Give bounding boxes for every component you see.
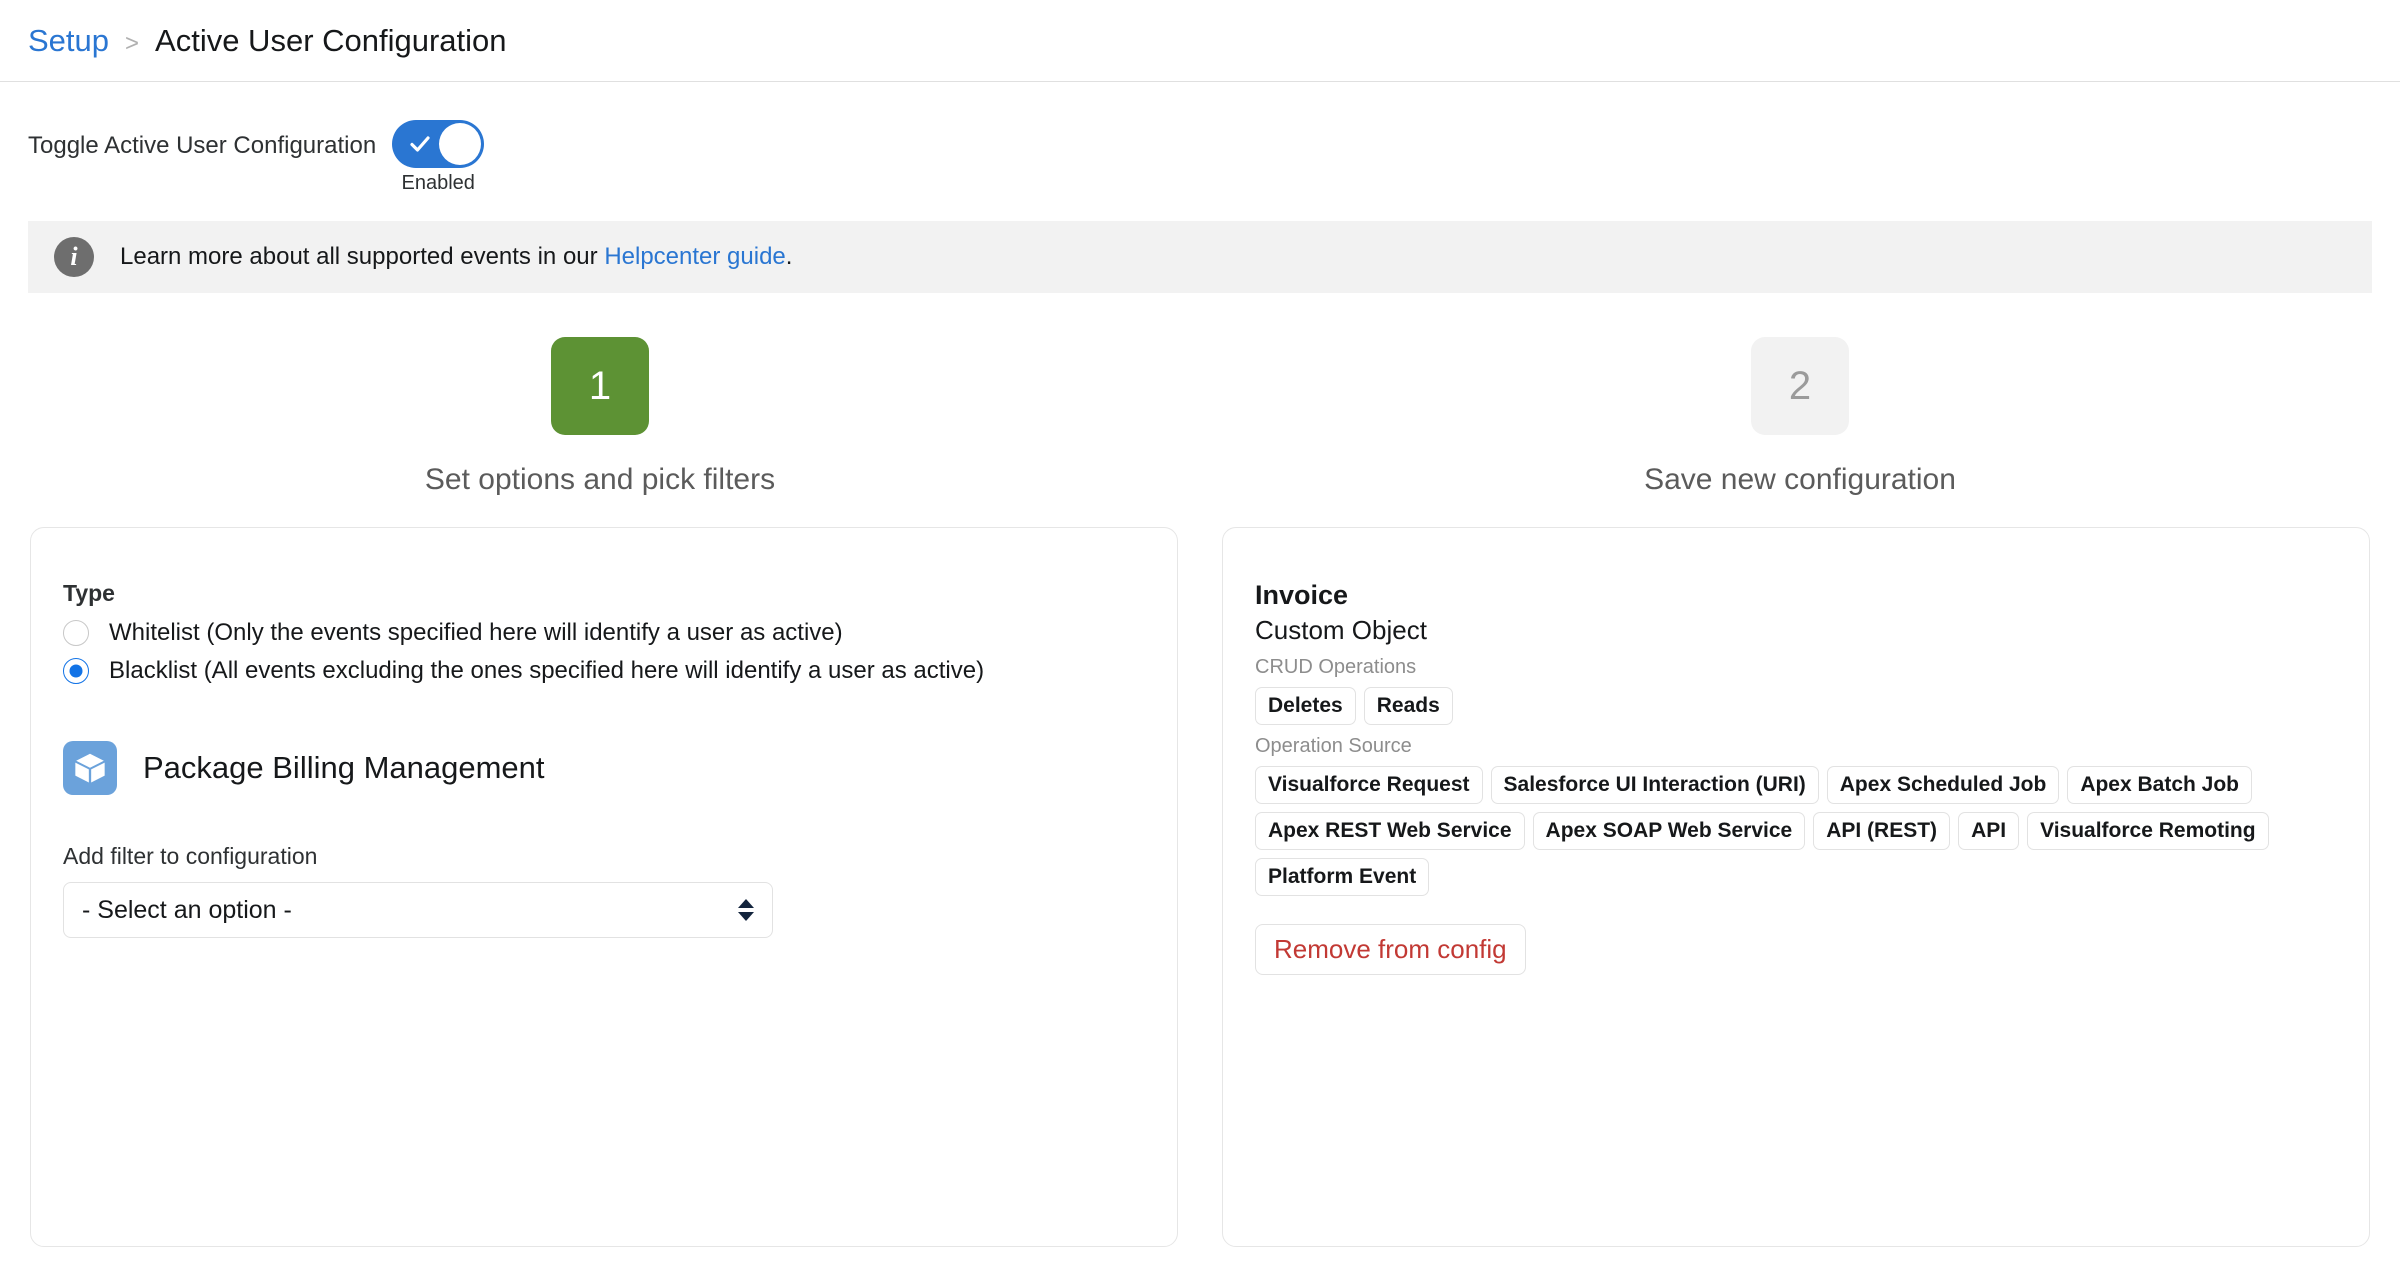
cube-icon <box>63 741 117 795</box>
operation-source-chip: API (REST) <box>1813 812 1950 850</box>
crud-operations-label: CRUD Operations <box>1255 656 2337 679</box>
type-legend: Type <box>63 580 1145 607</box>
helpcenter-guide-link[interactable]: Helpcenter guide <box>604 243 785 270</box>
select-stepper-icon[interactable] <box>738 899 754 921</box>
toggle-label: Toggle Active User Configuration <box>28 120 376 172</box>
info-banner-text: Learn more about all supported events in… <box>120 243 792 271</box>
active-user-configuration-toggle[interactable] <box>392 120 484 168</box>
step-1: 1 Set options and pick filters <box>0 337 1200 497</box>
operation-source-chip: Apex Scheduled Job <box>1827 766 2060 804</box>
page-title: Active User Configuration <box>155 23 507 59</box>
operation-source-chip: API <box>1958 812 2019 850</box>
toggle-knob <box>439 123 481 165</box>
chevron-up-icon <box>738 899 754 908</box>
info-banner: i Learn more about all supported events … <box>28 221 2372 293</box>
radio-blacklist-label: Blacklist (All events excluding the ones… <box>109 657 984 685</box>
step-indicator: 1 Set options and pick filters 2 Save ne… <box>0 337 2400 497</box>
step-2: 2 Save new configuration <box>1200 337 2400 497</box>
info-icon: i <box>54 237 94 277</box>
filter-select-label: Add filter to configuration <box>63 843 1145 870</box>
operation-source-chip: Apex Batch Job <box>2067 766 2252 804</box>
breadcrumb-link-setup[interactable]: Setup <box>28 23 109 59</box>
operation-source-chip: Visualforce Remoting <box>2027 812 2269 850</box>
options-and-filters-card: Type Whitelist (Only the events specifie… <box>30 527 1178 1247</box>
object-name: Invoice <box>1255 580 2337 611</box>
object-type: Custom Object <box>1255 615 2337 646</box>
check-icon <box>408 132 432 156</box>
step-1-badge: 1 <box>551 337 649 435</box>
breadcrumb-separator-icon: > <box>125 30 139 58</box>
crud-operation-chip: Reads <box>1364 687 1453 725</box>
info-banner-text-after: . <box>786 243 793 270</box>
step-2-badge: 2 <box>1751 337 1849 435</box>
step-2-title: Save new configuration <box>1644 463 1956 497</box>
operation-source-chip: Apex REST Web Service <box>1255 812 1525 850</box>
operation-source-label: Operation Source <box>1255 735 2337 758</box>
toggle-state-label: Enabled <box>401 172 474 195</box>
filter-select-value: - Select an option - <box>82 896 292 925</box>
package-header: Package Billing Management <box>63 741 1145 795</box>
radio-whitelist-input[interactable] <box>63 620 89 646</box>
radio-option-blacklist[interactable]: Blacklist (All events excluding the ones… <box>63 657 1145 685</box>
page-header: Setup > Active User Configuration <box>0 0 2400 82</box>
chevron-down-icon <box>738 912 754 921</box>
toggle-control-group: Enabled <box>392 120 484 195</box>
operation-source-chip: Apex SOAP Web Service <box>1533 812 1806 850</box>
remove-from-config-button[interactable]: Remove from config <box>1255 924 1526 975</box>
crud-operations-chip-list: DeletesReads <box>1255 687 2337 725</box>
operation-source-chip: Salesforce UI Interaction (URI) <box>1491 766 1819 804</box>
toggle-row: Toggle Active User Configuration Enabled <box>0 82 2400 195</box>
step-1-title: Set options and pick filters <box>425 463 775 497</box>
crud-operation-chip: Deletes <box>1255 687 1356 725</box>
package-title: Package Billing Management <box>143 750 545 786</box>
operation-source-chip: Platform Event <box>1255 858 1429 896</box>
operation-source-chip: Visualforce Request <box>1255 766 1483 804</box>
cube-icon-glyph <box>73 751 107 785</box>
selected-configuration-card: Invoice Custom Object CRUD Operations De… <box>1222 527 2370 1247</box>
cards-row: Type Whitelist (Only the events specifie… <box>0 527 2400 1247</box>
breadcrumb: Setup > Active User Configuration <box>28 23 507 59</box>
radio-blacklist-input[interactable] <box>63 658 89 684</box>
radio-whitelist-label: Whitelist (Only the events specified her… <box>109 619 843 647</box>
radio-option-whitelist[interactable]: Whitelist (Only the events specified her… <box>63 619 1145 647</box>
filter-select[interactable]: - Select an option - <box>63 882 773 938</box>
info-banner-text-before: Learn more about all supported events in… <box>120 243 604 270</box>
operation-source-chip-list: Visualforce RequestSalesforce UI Interac… <box>1255 766 2337 896</box>
